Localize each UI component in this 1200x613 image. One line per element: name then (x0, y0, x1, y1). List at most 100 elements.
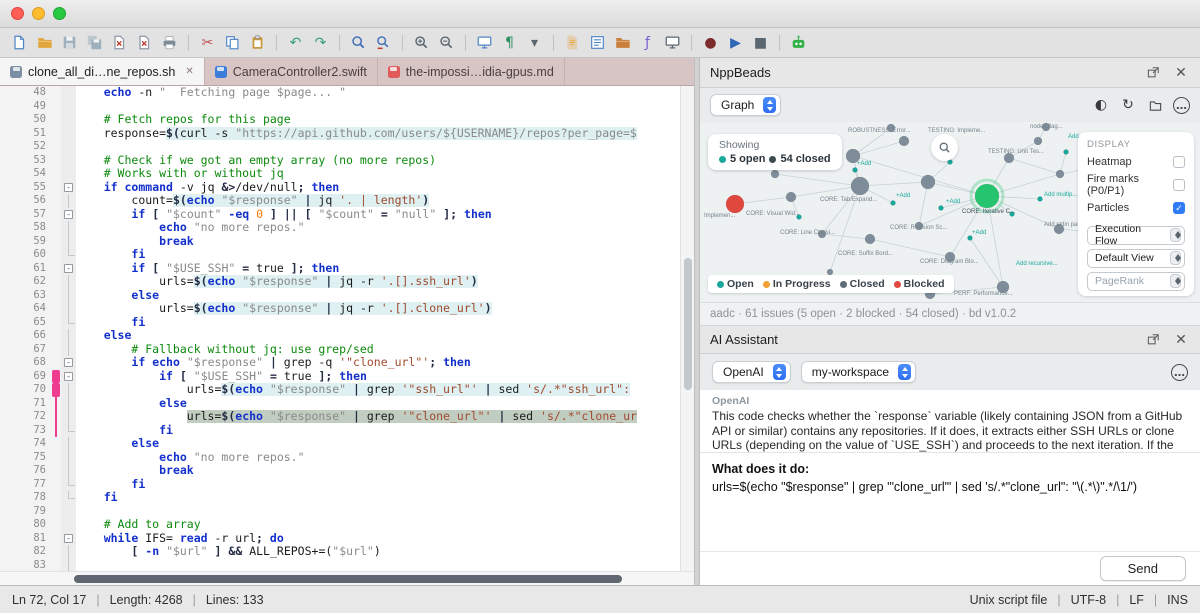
code-line[interactable]: 63 else (0, 289, 680, 303)
code-line[interactable]: 64 urls=$(echo "$response" | jq -r '.[].… (0, 302, 680, 316)
replace-button[interactable] (372, 31, 395, 54)
code-line[interactable]: 53 # Check if we got an empty array (no … (0, 154, 680, 168)
more-options-icon[interactable]: … (1173, 97, 1190, 114)
macro-play-button[interactable]: ▶ (724, 31, 747, 54)
close-file-button[interactable] (108, 31, 131, 54)
copy-button[interactable] (221, 31, 244, 54)
code-line[interactable]: 54 # Works with or without jq (0, 167, 680, 181)
file-monitor-button[interactable] (661, 31, 684, 54)
code-line[interactable]: 55- if command -v jq &>/dev/null; then (0, 181, 680, 195)
fold-toggle-icon[interactable]: - (61, 356, 76, 370)
vertical-scrollbar-thumb[interactable] (684, 258, 692, 390)
open-file-button[interactable] (33, 31, 56, 54)
folder-as-workspace-button[interactable] (611, 31, 634, 54)
tab-the-impossi-idia-gpus-md[interactable]: the-impossi…idia-gpus.md (378, 58, 565, 85)
code-line[interactable]: 74 else (0, 437, 680, 451)
fold-toggle-icon[interactable]: - (61, 370, 76, 384)
save-all-button[interactable] (83, 31, 106, 54)
code-line[interactable]: 66 else (0, 329, 680, 343)
code-line[interactable]: 52 (0, 140, 680, 154)
display-option-fire-marks-p0-p1[interactable]: Fire marks (P0/P1) (1087, 173, 1185, 197)
find-button[interactable] (347, 31, 370, 54)
display-select-execution-flow[interactable]: Execution Flow (1087, 226, 1185, 245)
macro-record-button[interactable]: ● (699, 31, 722, 54)
theme-toggle-icon[interactable]: ◐ (1092, 96, 1110, 114)
fold-toggle-icon[interactable]: - (61, 181, 76, 195)
tab-cameracontroller2-swift[interactable]: CameraController2.swift (205, 58, 378, 85)
code-line[interactable]: 59 break (0, 235, 680, 249)
checkbox-particles[interactable] (1173, 202, 1185, 214)
fold-toggle-icon[interactable]: - (61, 208, 76, 222)
folder-icon[interactable] (1146, 96, 1164, 114)
close-window-button[interactable] (11, 7, 24, 20)
code-line[interactable]: 77 fi (0, 478, 680, 492)
ai-provider-select[interactable]: OpenAI (712, 361, 791, 383)
close-all-button[interactable] (133, 31, 156, 54)
fold-toggle-icon[interactable]: - (61, 262, 76, 276)
display-option-particles[interactable]: Particles (1087, 202, 1185, 214)
ai-assistant-button[interactable] (787, 31, 810, 54)
undo-button[interactable]: ↶ (284, 31, 307, 54)
graph-view-select[interactable]: Graph (710, 94, 781, 116)
zoom-in-button[interactable] (410, 31, 433, 54)
tab-close-icon[interactable]: ✕ (185, 66, 193, 77)
display-option-heatmap[interactable]: Heatmap (1087, 156, 1185, 168)
cut-button[interactable]: ✂ (196, 31, 219, 54)
checkbox-fire-marks-p0-p1[interactable] (1173, 179, 1185, 191)
ai-workspace-select[interactable]: my-workspace (801, 361, 916, 383)
code-line[interactable]: 58 echo "no more repos." (0, 221, 680, 235)
code-line[interactable]: 65 fi (0, 316, 680, 330)
code-line[interactable]: 60 fi (0, 248, 680, 262)
macro-stop-button[interactable]: ■ (749, 31, 772, 54)
fullscreen-window-button[interactable] (53, 7, 66, 20)
code-line[interactable]: 70 urls=$(echo "$response" | grep '"ssh_… (0, 383, 680, 397)
sync-scroll-button[interactable] (473, 31, 496, 54)
code-line[interactable]: 80 # Add to array (0, 518, 680, 532)
code-line[interactable]: 62 urls=$(echo "$response" | jq -r '.[].… (0, 275, 680, 289)
display-select-default-view[interactable]: Default View (1087, 249, 1185, 268)
code-line[interactable]: 71 else (0, 397, 680, 411)
code-line[interactable]: 82 [ -n "$url" ] && ALL_REPOS+=("$url") (0, 545, 680, 559)
code-line[interactable]: 61- if [ "$USE_SSH" = true ]; then (0, 262, 680, 276)
code-editor[interactable]: 48 echo -n " Fetching page $page... "495… (0, 86, 694, 571)
redo-button[interactable]: ↷ (309, 31, 332, 54)
editor-horizontal-scrollbar[interactable] (0, 571, 694, 585)
code-line[interactable]: 81- while IFS= read -r url; do (0, 532, 680, 546)
document-map-button[interactable] (561, 31, 584, 54)
graph-canvas[interactable]: ROBUSTNESS: Error...TESTING: Impleme...n… (700, 122, 1200, 303)
word-wrap-button[interactable]: ¶ (498, 31, 521, 54)
code-line[interactable]: 50 # Fetch repos for this page (0, 113, 680, 127)
code-line[interactable]: 48 echo -n " Fetching page $page... " (0, 86, 680, 100)
function-list-button[interactable]: ƒ (636, 31, 659, 54)
nppbeads-close-icon[interactable]: ✕ (1172, 64, 1190, 82)
ai-more-options-icon[interactable]: … (1171, 364, 1188, 381)
tab-clone-all-di-ne-repos-sh[interactable]: clone_all_di…ne_repos.sh✕ (0, 58, 205, 85)
code-line[interactable]: 56 count=$(echo "$response" | jq '. | le… (0, 194, 680, 208)
print-button[interactable] (158, 31, 181, 54)
zoom-out-button[interactable] (435, 31, 458, 54)
checkbox-heatmap[interactable] (1173, 156, 1185, 168)
nppbeads-popout-icon[interactable] (1144, 64, 1162, 82)
save-file-button[interactable] (58, 31, 81, 54)
minimize-window-button[interactable] (32, 7, 45, 20)
code-line[interactable]: 76 break (0, 464, 680, 478)
code-line[interactable]: 49 (0, 100, 680, 114)
horizontal-scrollbar-thumb[interactable] (74, 575, 622, 583)
code-line[interactable]: 73 fi (0, 424, 680, 438)
code-line[interactable]: 57- if [ "$count" -eq 0 ] || [ "$count" … (0, 208, 680, 222)
ai-popout-icon[interactable] (1144, 331, 1162, 349)
refresh-icon[interactable]: ↻ (1119, 96, 1137, 114)
fold-toggle-icon[interactable]: - (61, 532, 76, 546)
graph-search-button[interactable] (931, 134, 958, 161)
code-line[interactable]: 78 fi (0, 491, 680, 505)
ai-input[interactable]: What does it do: urls=$(echo "$response"… (700, 453, 1200, 551)
document-list-button[interactable] (586, 31, 609, 54)
code-line[interactable]: 79 (0, 505, 680, 519)
code-line[interactable]: 69- if [ "$USE_SSH" = true ]; then (0, 370, 680, 384)
new-file-button[interactable] (8, 31, 31, 54)
view-menu-button[interactable]: ▾ (523, 31, 546, 54)
paste-button[interactable] (246, 31, 269, 54)
code-line[interactable]: 75 echo "no more repos." (0, 451, 680, 465)
code-line[interactable]: 83 (0, 559, 680, 572)
send-button[interactable]: Send (1100, 556, 1186, 581)
